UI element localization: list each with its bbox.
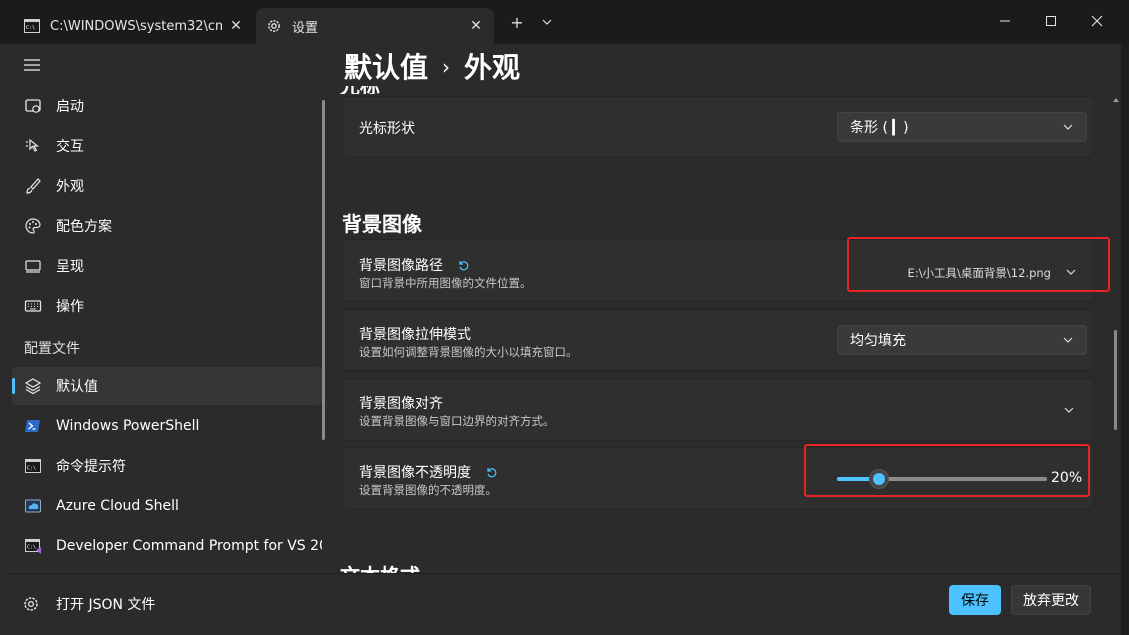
cursor-section-header: 光标 bbox=[340, 86, 400, 94]
cursor-shape-card: 光标形状 条形 ( ▎) bbox=[342, 96, 1094, 157]
bg-align-label: 背景图像对齐 bbox=[359, 396, 443, 412]
chevron-down-icon bbox=[1063, 124, 1073, 130]
sidebar-item-defaults[interactable]: 默认值 bbox=[12, 367, 322, 405]
sidebar-item-dev-cmd[interactable]: C:\ Developer Command Prompt for VS 202 bbox=[12, 527, 322, 565]
dropdown-value: 均匀填充 bbox=[850, 333, 906, 349]
title-bar: C:\ C:\WINDOWS\system32\cmd.e ✕ 设置 ✕ + bbox=[0, 0, 1129, 44]
sidebar-item-label: 默认值 bbox=[56, 379, 98, 395]
svg-text:C:\: C:\ bbox=[27, 466, 36, 472]
tab-settings[interactable]: 设置 ✕ bbox=[256, 8, 494, 44]
close-icon[interactable]: ✕ bbox=[468, 18, 484, 34]
sidebar-item-color-schemes[interactable]: 配色方案 bbox=[12, 207, 322, 245]
profiles-header: 配置文件 bbox=[24, 341, 80, 357]
save-button[interactable]: 保存 bbox=[949, 585, 1001, 615]
sidebar-item-label: 命令提示符 bbox=[56, 459, 126, 475]
tab-cmd[interactable]: C:\ C:\WINDOWS\system32\cmd.e ✕ bbox=[14, 8, 254, 44]
interaction-icon bbox=[24, 137, 42, 155]
sidebar-item-label: 外观 bbox=[56, 179, 84, 195]
layers-icon bbox=[24, 377, 42, 395]
bg-stretch-card: 背景图像拉伸模式 设置如何调整背景图像的大小以填充窗口。 均匀填充 bbox=[342, 309, 1094, 371]
sidebar-item-label: 呈现 bbox=[56, 259, 84, 275]
close-icon[interactable]: ✕ bbox=[228, 18, 244, 34]
svg-text:C:\: C:\ bbox=[27, 545, 36, 551]
bg-stretch-description: 设置如何调整背景图像的大小以填充窗口。 bbox=[359, 345, 578, 359]
cursor-shape-dropdown[interactable]: 条形 ( ▎) bbox=[837, 112, 1087, 142]
hamburger-menu-icon[interactable] bbox=[22, 56, 42, 74]
maximize-icon bbox=[1046, 16, 1056, 26]
sidebar-item-label: 启动 bbox=[56, 99, 84, 115]
bg-align-card[interactable]: 背景图像对齐 设置背景图像与窗口边界的对齐方式。 bbox=[342, 378, 1094, 441]
chevron-down-icon[interactable] bbox=[1063, 404, 1075, 416]
sidebar-item-interaction[interactable]: 交互 bbox=[12, 127, 322, 165]
breadcrumb-current: 外观 bbox=[464, 51, 521, 84]
svg-text:C:\: C:\ bbox=[26, 25, 35, 31]
gear-icon bbox=[268, 20, 280, 32]
powershell-icon bbox=[24, 417, 42, 435]
page-title: 默认值 › 外观 bbox=[344, 46, 520, 86]
minimize-icon bbox=[1000, 20, 1010, 22]
background-image-section-title: 背景图像 bbox=[342, 212, 422, 236]
display-icon bbox=[24, 257, 42, 275]
breadcrumb-parent[interactable]: 默认值 bbox=[344, 51, 428, 84]
sidebar-item-label: Windows PowerShell bbox=[56, 418, 200, 434]
background-window-edge bbox=[1121, 44, 1129, 635]
minimize-button[interactable] bbox=[982, 4, 1028, 38]
bg-stretch-dropdown[interactable]: 均匀填充 bbox=[837, 325, 1087, 355]
sidebar-item-azure[interactable]: Azure Cloud Shell bbox=[12, 487, 322, 525]
close-window-button[interactable] bbox=[1074, 4, 1120, 38]
azure-icon bbox=[24, 497, 42, 515]
text-formatting-section-title: 文本格式 bbox=[340, 560, 440, 573]
palette-icon bbox=[24, 217, 42, 235]
sidebar-item-label: Developer Command Prompt for VS 202 bbox=[56, 538, 322, 554]
dropdown-value: 条形 ( ▎) bbox=[850, 120, 909, 136]
open-json-button[interactable]: 打开 JSON 文件 bbox=[22, 593, 155, 615]
open-json-label: 打开 JSON 文件 bbox=[56, 597, 156, 613]
tab-label: 设置 bbox=[292, 20, 319, 36]
reset-icon[interactable] bbox=[457, 259, 469, 271]
tab-dropdown-button[interactable] bbox=[535, 10, 559, 34]
sidebar-item-label: Azure Cloud Shell bbox=[56, 498, 179, 514]
close-icon bbox=[1091, 15, 1103, 27]
sidebar-item-appearance[interactable]: 外观 bbox=[12, 167, 322, 205]
sidebar-item-label: 配色方案 bbox=[56, 219, 112, 235]
scroll-up-icon[interactable] bbox=[1111, 96, 1121, 104]
bg-align-description: 设置背景图像与窗口边界的对齐方式。 bbox=[359, 414, 555, 428]
chevron-down-icon bbox=[1063, 337, 1073, 343]
sidebar-item-label: 操作 bbox=[56, 299, 84, 315]
keyboard-icon bbox=[24, 297, 42, 315]
sidebar-scrollbar[interactable] bbox=[322, 100, 325, 440]
discard-changes-button[interactable]: 放弃更改 bbox=[1011, 585, 1091, 615]
maximize-button[interactable] bbox=[1028, 4, 1074, 38]
sidebar-item-startup[interactable]: 启动 bbox=[12, 87, 322, 125]
bg-stretch-label: 背景图像拉伸模式 bbox=[359, 327, 471, 343]
sidebar-item-powershell[interactable]: Windows PowerShell bbox=[12, 407, 322, 445]
bg-opacity-label: 背景图像不透明度 bbox=[359, 462, 497, 482]
sidebar-item-label: 交互 bbox=[56, 139, 84, 155]
main-scrollbar[interactable] bbox=[1114, 330, 1117, 430]
gear-icon bbox=[24, 597, 38, 611]
reset-icon[interactable] bbox=[485, 466, 497, 478]
sidebar-item-rendering[interactable]: 呈现 bbox=[12, 247, 322, 285]
cmd-icon: C:\ bbox=[24, 457, 42, 475]
highlight-box bbox=[804, 444, 1090, 497]
sidebar-item-actions[interactable]: 操作 bbox=[12, 287, 322, 325]
bg-opacity-description: 设置背景图像的不透明度。 bbox=[359, 483, 497, 497]
startup-icon bbox=[24, 97, 42, 115]
cursor-shape-label: 光标形状 bbox=[359, 121, 415, 137]
bg-path-description: 窗口背景中所用图像的文件位置。 bbox=[359, 276, 532, 290]
tab-label: C:\WINDOWS\system32\cmd.e bbox=[50, 18, 222, 34]
breadcrumb-separator: › bbox=[442, 55, 451, 79]
bg-path-label: 背景图像路径 bbox=[359, 255, 469, 275]
chevron-down-icon bbox=[542, 19, 552, 25]
brush-icon bbox=[24, 177, 42, 195]
highlight-box bbox=[847, 237, 1110, 292]
sidebar-item-cmd[interactable]: C:\ 命令提示符 bbox=[12, 447, 322, 485]
cmd-icon: C:\ bbox=[24, 19, 40, 33]
dev-cmd-icon: C:\ bbox=[24, 537, 42, 555]
new-tab-button[interactable]: + bbox=[505, 10, 529, 34]
